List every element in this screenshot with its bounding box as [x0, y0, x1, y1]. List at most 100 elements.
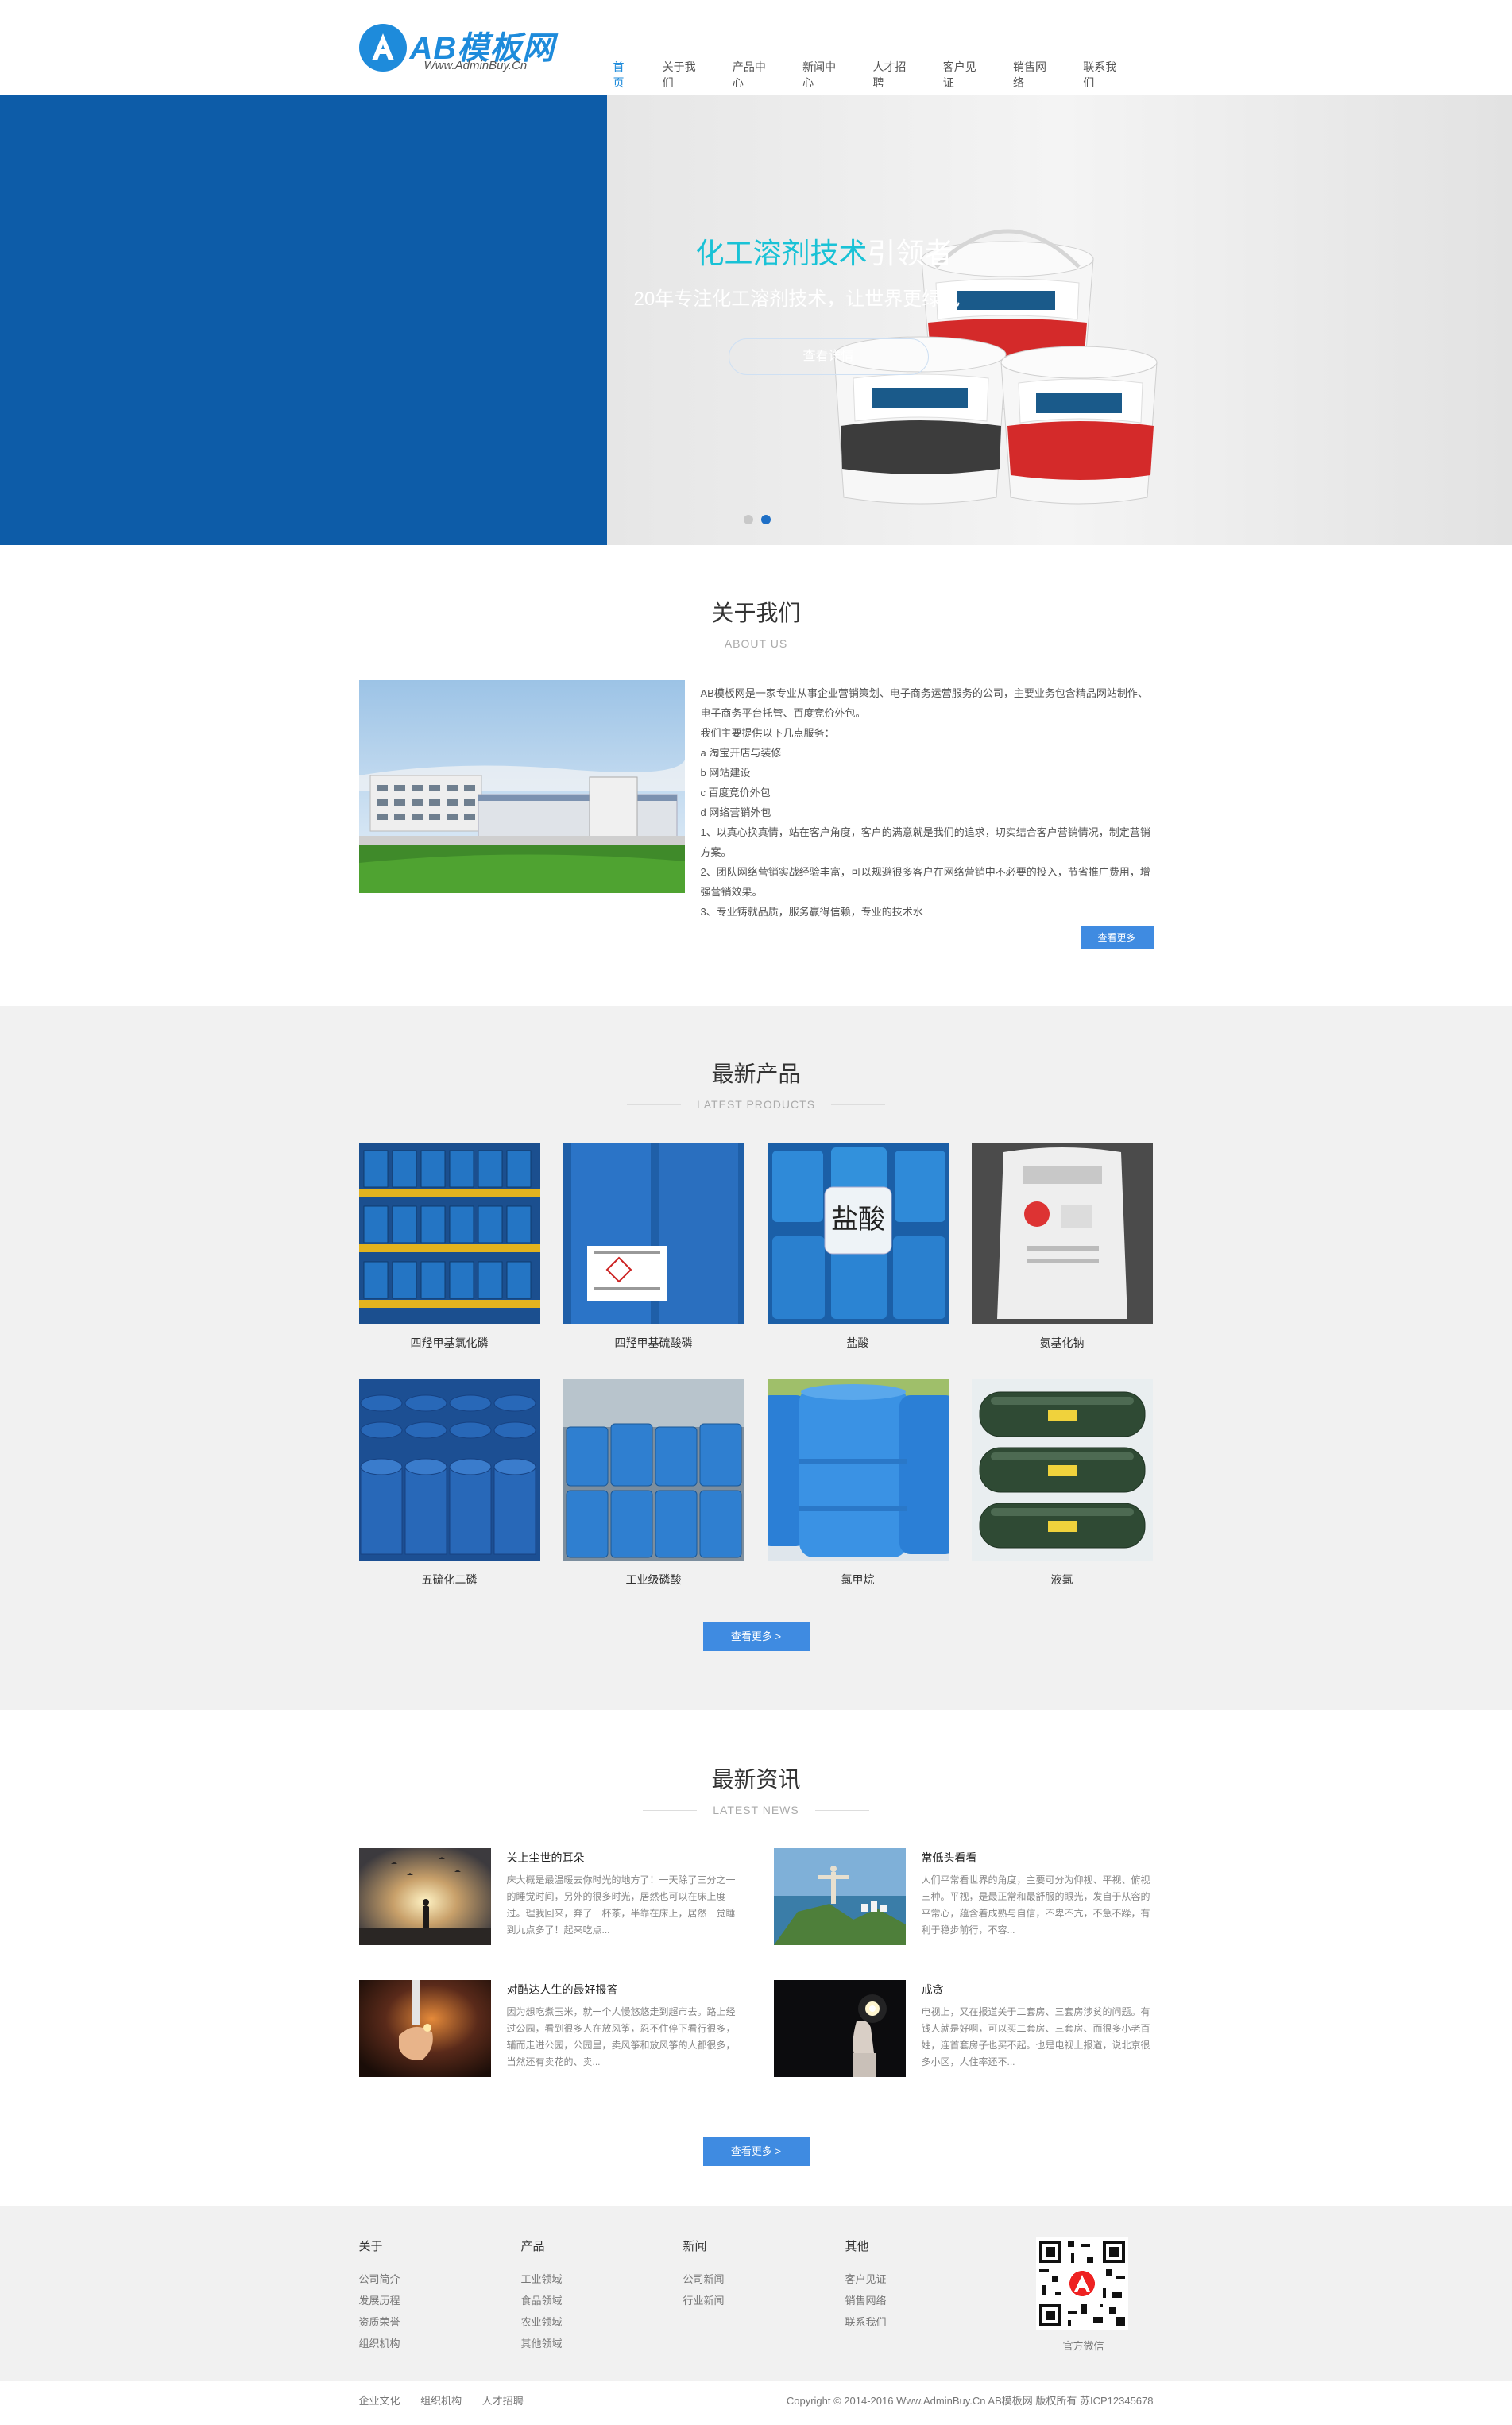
- products-heading: 最新产品: [711, 1062, 801, 1086]
- footer-col-title: 新闻: [683, 2240, 707, 2253]
- nav-products[interactable]: 产品中心: [733, 59, 774, 91]
- blue-steel-drums-icon: [358, 1379, 540, 1561]
- news-item[interactable]: 关上尘世的耳朵 床大概是最温暖去你时光的地方了！一天除了三分之一的睡觉时间，另外…: [358, 1848, 739, 1945]
- nav-jobs[interactable]: 人才招聘: [872, 59, 914, 91]
- news-item-title[interactable]: 对酷达人生的最好报答: [507, 1982, 618, 1998]
- about-service-item: c 百度竞价外包: [700, 787, 771, 799]
- news-item-title[interactable]: 关上尘世的耳朵: [507, 1850, 585, 1866]
- products-subheading: LATEST PRODUCTS: [626, 1098, 886, 1111]
- slider-dots: [744, 515, 779, 524]
- footer-link[interactable]: 客户见证: [845, 2268, 1007, 2290]
- qr-caption: 官方微信: [1062, 2340, 1104, 2352]
- logo-subtitle: Www.AdminBuy.Cn: [423, 59, 528, 72]
- footer-link[interactable]: 组织机构: [359, 2333, 521, 2354]
- header: AB模板网 Www.AdminBuy.Cn 首页 关于我们 产品中心 新闻中心 …: [0, 0, 1512, 95]
- footer-link[interactable]: 其他领域: [521, 2333, 683, 2354]
- white-sack-icon: [971, 1143, 1153, 1324]
- product-name: 盐酸: [846, 1336, 869, 1349]
- product-card[interactable]: 工业级磷酸: [563, 1379, 744, 1586]
- bottom-bar: 企业文化 组织机构 人才招聘 Copyright © 2014-2016 Www…: [0, 2381, 1512, 2415]
- green-gas-cylinders-icon: [971, 1379, 1153, 1561]
- bottom-links: 企业文化 组织机构 人才招聘: [359, 2392, 541, 2408]
- product-card[interactable]: 四羟甲基硫酸磷: [563, 1143, 744, 1349]
- footer-col-other: 其他 客户见证 销售网络 联系我们: [845, 2237, 1007, 2354]
- product-grid: 四羟甲基氯化磷 四羟甲基硫酸磷 盐酸 盐酸 氨基化钠 五硫化二磷 工业级磷酸 氯…: [358, 1143, 1154, 1586]
- news-item-desc: 因为想吃煮玉米，就一个人慢悠悠走到超市去。路上经过公园，看到很多人在放风筝，忍不…: [506, 2006, 736, 2067]
- banner-headline-rest: 引领者: [867, 237, 953, 269]
- product-card[interactable]: 四羟甲基氯化磷: [358, 1143, 540, 1349]
- footer-link[interactable]: 销售网络: [845, 2290, 1007, 2311]
- bottom-link-jobs[interactable]: 人才招聘: [482, 2395, 524, 2407]
- product-card[interactable]: 盐酸 盐酸: [767, 1143, 949, 1349]
- footer-col-title: 关于: [358, 2240, 383, 2253]
- product-card[interactable]: 氯甲烷: [767, 1379, 949, 1586]
- about-paragraph: 3、专业铸就品质，服务赢得信赖，专业的技术水: [700, 906, 923, 918]
- footer-link[interactable]: 联系我们: [845, 2311, 1007, 2333]
- about-section: 关于我们 ABOUT US AB模板网是一家专业从事企业营销策划、电子商务运营服…: [0, 545, 1512, 1006]
- about-heading: 关于我们: [711, 601, 801, 625]
- footer-link[interactable]: 公司简介: [359, 2268, 521, 2290]
- about-service-item: d 网络营销外包: [700, 806, 771, 818]
- product-name: 液氯: [1050, 1573, 1073, 1586]
- product-card[interactable]: 液氯: [971, 1379, 1153, 1586]
- news-item-title[interactable]: 戒贪: [922, 1982, 944, 1998]
- nav-about[interactable]: 关于我们: [663, 59, 704, 91]
- news-subheading: LATEST NEWS: [643, 1804, 868, 1816]
- factory-image: [358, 680, 685, 893]
- product-name: 工业级磷酸: [625, 1573, 682, 1586]
- footer-link[interactable]: 食品领域: [521, 2290, 683, 2311]
- news-heading: 最新资讯: [711, 1767, 801, 1792]
- hand-bulb-icon: [773, 1980, 906, 2077]
- footer-link[interactable]: 资质荣誉: [359, 2311, 521, 2333]
- news-item[interactable]: 戒贪 电视上，又在报道关于二套房、三套房涉贫的问题。有钱人就是好啊，可以买二套房…: [773, 1980, 1154, 2077]
- footer: 关于 公司简介 发展历程 资质荣誉 组织机构 产品 工业领域 食品领域 农业领域…: [0, 2206, 1512, 2415]
- products-title: 最新产品 LATEST PRODUCTS: [359, 1057, 1154, 1112]
- footer-link[interactable]: 发展历程: [359, 2290, 521, 2311]
- nav-home[interactable]: 首页: [613, 59, 634, 91]
- blue-jerrycans-icon: [563, 1379, 744, 1561]
- product-name: 四羟甲基氯化磷: [410, 1336, 489, 1349]
- banner-subline: 20年专注化工溶剂技术，让世界更绿色: [633, 288, 961, 310]
- about-text: AB模板网是一家专业从事企业营销策划、电子商务运营服务的公司，主要业务包含精品网…: [701, 683, 1154, 922]
- products-more-button[interactable]: 查看更多 >: [702, 1622, 810, 1651]
- banner-details-button[interactable]: 查看详情: [728, 338, 929, 375]
- about-paragraph: 1、以真心换真情，站在客户角度，客户的满意就是我们的追求，切实结合客户营销情况，…: [700, 826, 1150, 858]
- blue-drum-label-icon: [563, 1143, 744, 1324]
- banner-headline-highlight: 化工溶剂技术: [695, 237, 868, 269]
- footer-link[interactable]: 工业领域: [521, 2268, 683, 2290]
- slider-dot-1[interactable]: [744, 515, 753, 524]
- about-service-item: a 淘宝开店与装修: [700, 747, 782, 759]
- nav-sales-network[interactable]: 销售网络: [1013, 59, 1054, 91]
- product-card[interactable]: 五硫化二磷: [358, 1379, 540, 1586]
- product-name: 氨基化钠: [1039, 1336, 1085, 1349]
- news-item[interactable]: 常低头看看 人们平常看世界的角度，主要可分为仰视、平视、俯视三种。平视，是最正常…: [773, 1848, 1154, 1945]
- footer-link[interactable]: 农业领域: [521, 2311, 683, 2333]
- news-item-desc: 床大概是最温暖去你时光的地方了！一天除了三分之一的睡觉时间，另外的很多时光，居然…: [506, 1874, 736, 1936]
- news-item-title[interactable]: 常低头看看: [922, 1850, 977, 1866]
- about-service-item: b 网站建设: [700, 767, 751, 779]
- footer-col-products: 产品 工业领域 食品领域 农业领域 其他领域: [521, 2237, 683, 2354]
- news-title: 最新资讯 LATEST NEWS: [359, 1762, 1154, 1818]
- footer-link[interactable]: 行业新闻: [683, 2290, 845, 2311]
- slider-dot-2[interactable]: [761, 515, 771, 524]
- nav-contact[interactable]: 联系我们: [1083, 59, 1124, 91]
- footer-link[interactable]: 公司新闻: [683, 2268, 845, 2290]
- about-paragraph: AB模板网是一家专业从事企业营销策划、电子商务运营服务的公司，主要业务包含精品网…: [700, 687, 1148, 719]
- product-card[interactable]: 氨基化钠: [971, 1143, 1153, 1349]
- copyright: Copyright © 2014-2016 Www.AdminBuy.Cn AB…: [786, 2395, 1154, 2407]
- wechat-qr: 官方微信: [1035, 2237, 1131, 2353]
- bottom-link-organization[interactable]: 组织机构: [420, 2395, 462, 2407]
- footer-col-about: 关于 公司简介 发展历程 资质荣誉 组织机构: [359, 2237, 521, 2354]
- hand-light-icon: [358, 1980, 491, 2077]
- news-item[interactable]: 对酷达人生的最好报答 因为想吃煮玉米，就一个人慢悠悠走到超市去。路上经过公园，看…: [358, 1980, 739, 2077]
- nav-news[interactable]: 新闻中心: [802, 59, 844, 91]
- about-subheading: ABOUT US: [654, 637, 858, 650]
- nav-testimonials[interactable]: 客户见证: [943, 59, 984, 91]
- logo[interactable]: AB模板网 Www.AdminBuy.Cn: [358, 22, 574, 73]
- page: AB模板网 Www.AdminBuy.Cn 首页 关于我们 产品中心 新闻中心 …: [0, 0, 1512, 2425]
- bottom-link-culture[interactable]: 企业文化: [359, 2395, 400, 2407]
- news-more-button[interactable]: 查看更多 >: [702, 2137, 810, 2166]
- footer-col-title: 产品: [520, 2240, 545, 2253]
- blue-drums-pallet-icon: [358, 1143, 540, 1324]
- about-more-button[interactable]: 查看更多: [1080, 926, 1154, 949]
